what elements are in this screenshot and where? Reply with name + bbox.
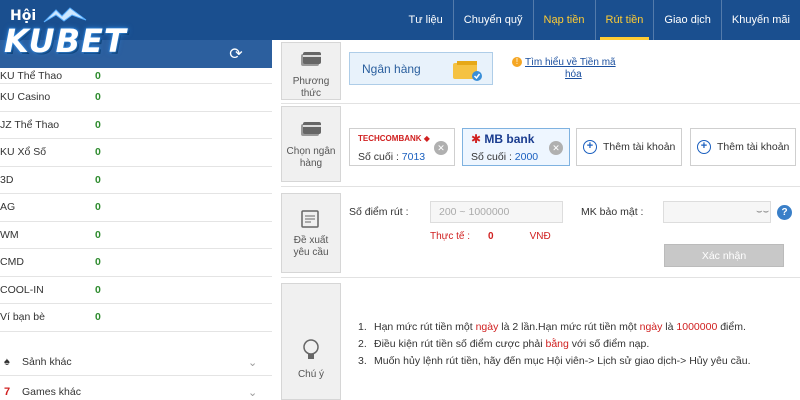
method-option-label: Ngân hàng <box>362 62 421 76</box>
lightbulb-icon <box>303 339 319 359</box>
group-games-khac[interactable]: 7 Games khác ⌄ <box>0 378 272 400</box>
wallet-balance: 0 <box>95 256 101 269</box>
nav-tu-lieu[interactable]: Tư liệu <box>399 0 453 40</box>
wallet-name: 3D <box>0 173 14 186</box>
wallet-row: KU Xổ Số 0 <box>0 139 272 167</box>
nav-khuyen-mai[interactable]: Khuyến mãi <box>720 0 800 40</box>
divider <box>281 103 800 104</box>
plus-icon: + <box>697 140 711 154</box>
wallet-balance: 0 <box>95 228 101 241</box>
wallet-row: Ví bạn bè 0 <box>0 304 272 332</box>
main-nav: Tư liệu Chuyển quỹ Nạp tiền Rút tiền Gia… <box>399 0 800 40</box>
divider <box>281 186 800 187</box>
info-icon: ! <box>512 57 522 67</box>
wallet-row: COOL-IN 0 <box>0 277 272 304</box>
wallet-icon <box>453 61 482 81</box>
add-account-button[interactable]: + Thêm tài khoản <box>576 128 682 166</box>
wallet-balance: 0 <box>95 283 101 296</box>
note-item: 1. Hạn mức rút tiền một ngày là 2 lần.Hạ… <box>358 321 746 333</box>
bank-account-last: Số cuối : 7013 <box>358 151 426 163</box>
wallet-name: CMD <box>0 256 24 269</box>
wallet-name: KU Xổ Số <box>0 146 47 159</box>
points-label: Số điểm rút : <box>349 206 409 218</box>
section-note: Chú ý <box>281 283 341 400</box>
bank-card-mbbank[interactable]: ✱ MB bank Số cuối : 2000 ✕ <box>462 128 570 166</box>
section-request: Đề xuất yêu cầu <box>281 193 341 273</box>
wallet-name: KU Casino <box>0 91 51 104</box>
note-item: 2. Điều kiện rút tiền số điểm cược phải … <box>358 338 650 350</box>
add-account-button[interactable]: + Thêm tài khoản <box>690 128 796 166</box>
wallet-balance: 0 <box>95 146 101 159</box>
points-input[interactable]: 200 ~ 1000000 <box>430 201 563 223</box>
crypto-info-link[interactable]: ! Tìm hiểu về Tiền mã <box>512 57 652 69</box>
nav-nap-tien[interactable]: Nạp tiền <box>532 0 595 40</box>
note-item: 3. Muốn hủy lệnh rút tiền, hãy đến mục H… <box>358 355 751 367</box>
wallet-name: COOL-IN <box>0 283 44 296</box>
wallet-balance: 0 <box>95 311 101 324</box>
section-note-label: Chú ý <box>297 369 325 380</box>
wallet-name: Ví bạn bè <box>0 311 45 324</box>
wallet-row: KU Casino 0 <box>0 84 272 112</box>
wallet-name: WM <box>0 228 19 241</box>
plus-icon: + <box>583 140 597 154</box>
security-password-input[interactable] <box>663 201 771 223</box>
nav-giao-dich[interactable]: Giao dịch <box>653 0 720 40</box>
section-bank: Chọn ngân hàng <box>281 106 341 182</box>
kubet-logo[interactable]: Hội KUBET <box>4 4 134 62</box>
group-label: Sảnh khác <box>22 355 72 368</box>
wallet-row: JZ Thể Thao 0 <box>0 112 272 139</box>
spade-icon: ♠ <box>4 355 10 368</box>
add-account-label: Thêm tài khoản <box>717 141 790 153</box>
wallet-row: AG 0 <box>0 194 272 222</box>
wallet-balance: 0 <box>95 69 101 82</box>
mbbank-logo: ✱ MB bank <box>471 132 535 146</box>
crypto-info-link-line2[interactable]: hóa <box>565 69 582 80</box>
form-icon <box>301 210 319 228</box>
chevron-down-icon: ⌄ <box>248 386 258 399</box>
techcombank-logo: TECHCOMBANK ◆ <box>358 134 430 143</box>
chevron-down-icon: ⌄ <box>248 356 258 369</box>
wallet-row: KU Thể Thao 0 <box>0 68 272 84</box>
nav-rut-tien[interactable]: Rút tiền <box>594 0 654 40</box>
card-icon <box>301 122 321 136</box>
divider <box>281 277 800 278</box>
eye-hidden-icon[interactable]: ⌣⌣ <box>756 206 769 217</box>
actual-amount: Thực tế :0 VNĐ <box>430 231 551 242</box>
remove-bank-icon[interactable]: ✕ <box>549 141 563 155</box>
card-icon <box>301 52 321 66</box>
wallet-balance: 0 <box>95 173 101 186</box>
help-icon[interactable]: ? <box>777 205 792 220</box>
logo-wordmark: KUBET <box>4 22 127 60</box>
section-method-label: Phương thức <box>292 76 330 99</box>
bank-card-techcombank[interactable]: TECHCOMBANK ◆ Số cuối : 7013 ✕ <box>349 128 455 166</box>
method-option-bank[interactable]: Ngân hàng <box>349 52 493 85</box>
wallet-name: KU Thể Thao <box>0 69 63 82</box>
refresh-icon[interactable]: ⟳ <box>226 44 246 64</box>
add-account-label: Thêm tài khoản <box>603 141 676 153</box>
wallet-row: CMD 0 <box>0 249 272 277</box>
wallet-name: AG <box>0 201 16 214</box>
section-method: Phương thức <box>281 42 341 100</box>
section-request-label: Đề xuất yêu cầu <box>293 235 329 258</box>
wallet-balance: 0 <box>95 91 101 104</box>
bank-account-last: Số cuối : 2000 <box>471 151 539 163</box>
wallet-name: JZ Thể Thao <box>0 118 60 131</box>
wallet-balance: 0 <box>95 118 101 131</box>
confirm-button[interactable]: Xác nhận <box>664 244 784 267</box>
crypto-info-text: Tìm hiểu về Tiền mã <box>525 57 616 68</box>
seven-icon: 7 <box>4 385 11 398</box>
wallet-balance: 0 <box>95 201 101 214</box>
nav-chuyen-quy[interactable]: Chuyển quỹ <box>452 0 533 40</box>
wallet-row: WM 0 <box>0 222 272 249</box>
group-sanh-khac[interactable]: ♠ Sảnh khác ⌄ <box>0 348 272 376</box>
group-label: Games khác <box>22 385 81 398</box>
wallet-row: 3D 0 <box>0 167 272 194</box>
withdraw-notes: 1. Hạn mức rút tiền một ngày là 2 lần.Hạ… <box>358 320 788 371</box>
password-label: MK bảo mật : <box>581 206 644 218</box>
section-bank-label: Chọn ngân hàng <box>286 146 336 169</box>
wallet-list: KU Thể Thao 0 KU Casino 0 JZ Thể Thao 0 … <box>0 68 272 332</box>
remove-bank-icon[interactable]: ✕ <box>434 141 448 155</box>
